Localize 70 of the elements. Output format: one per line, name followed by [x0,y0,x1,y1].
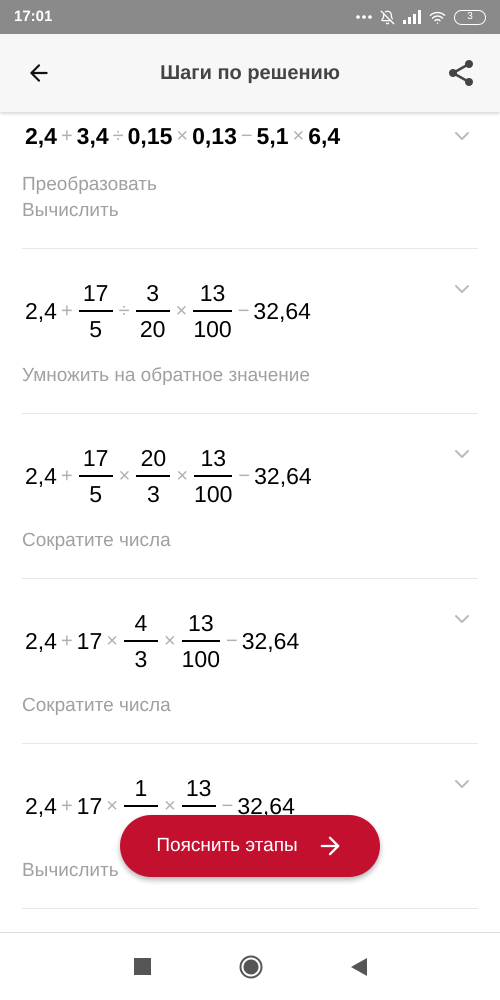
math-operator: + [60,629,73,654]
math-operator: × [292,124,304,149]
math-operator: − [240,124,253,149]
step-description: Вычислить [22,199,120,223]
fraction-denominator: 20 [140,315,166,344]
fraction-denominator: 5 [89,315,102,344]
math-number: 17 [76,626,102,656]
fraction-denominator: 100 [182,645,220,674]
math-operator: × [176,124,188,149]
math-operator: ÷ [118,299,130,324]
math-number: 2,4 [25,122,57,151]
step-description: Сократите числа [22,529,172,553]
fraction-denominator: 100 [194,480,232,509]
math-operator: × [106,629,118,654]
fraction-numerator: 3 [145,279,160,308]
fraction-numerator: 13 [199,444,228,473]
math-number: 32,64 [253,296,311,326]
fraction-denominator: 3 [146,480,160,509]
math-number: 17 [76,792,102,821]
math-number: 2,4 [25,626,57,656]
battery-indicator: 3 [454,10,486,24]
math-number: 2,4 [25,296,57,326]
fraction-denominator: 3 [134,645,148,674]
fraction-numerator: 17 [82,279,110,308]
share-icon [448,59,474,87]
recents-icon[interactable] [134,958,150,975]
math-operator: − [238,299,250,324]
bell-off-icon [380,10,395,24]
screen-title: Шаги по решению [160,61,340,86]
math-operator: × [106,794,118,819]
math-operator: ÷ [112,124,124,149]
more-icon [356,15,372,19]
math-operator: × [118,464,130,489]
step-description: Преобразовать [22,173,158,197]
math-number: 5,1 [256,122,289,151]
fraction-numerator: 13 [184,774,212,803]
math-operator: − [226,629,238,654]
fraction-numerator: 13 [198,279,226,308]
math-number: 32,64 [254,462,312,491]
step-description: Сократите числа [22,694,172,718]
fraction-numerator: 1 [134,774,148,803]
step-description: Умножить на обратное значение [22,364,311,388]
math-number: 0,15 [128,122,172,151]
math-operator: × [164,629,176,654]
math-number: 6,4 [308,122,340,151]
math-number: 2,4 [25,792,57,821]
fraction-numerator: 17 [82,444,110,473]
status-time: 17:01 [14,6,52,27]
share-button[interactable] [446,58,476,88]
home-icon[interactable] [238,954,262,978]
math-operator: + [60,124,73,149]
math-operator: × [176,464,188,489]
math-operator: + [60,464,73,489]
back-icon[interactable] [350,958,366,976]
math-number: 3,4 [76,122,109,151]
fraction-numerator: 20 [140,444,168,473]
step-description: Вычислить [22,859,120,883]
fraction-numerator: 4 [134,609,148,638]
fraction-numerator: 13 [187,609,215,638]
math-operator: × [176,299,188,324]
math-number: 2,4 [25,462,57,491]
math-operator: + [60,794,73,819]
math-operator: − [238,464,250,489]
signal-icon [403,10,421,24]
fraction-denominator: 100 [193,315,232,344]
explain-steps-button[interactable]: Пояснить этапы [120,815,380,877]
math-number: 32,64 [242,626,300,656]
math-number: 0,13 [192,122,237,151]
math-operator: + [60,299,73,324]
fraction-denominator: 5 [89,480,102,509]
